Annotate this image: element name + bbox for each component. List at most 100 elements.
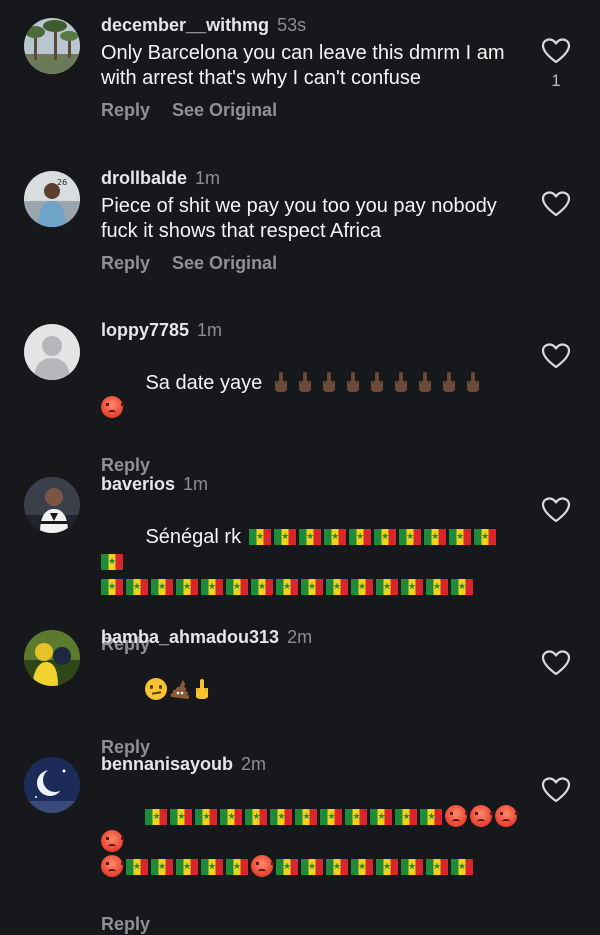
username[interactable]: loppy7785 — [101, 320, 189, 340]
senegal-flag-emoji — [301, 859, 323, 875]
comment-text: Piece of shit we pay you too you pay nob… — [101, 195, 503, 242]
angry-face-emoji — [251, 855, 274, 877]
senegal-flag-emoji — [326, 579, 348, 595]
reply-button[interactable]: Reply — [101, 253, 150, 273]
senegal-flag-emoji — [195, 809, 218, 825]
senegal-flag-emoji — [170, 809, 193, 825]
senegal-flag-emoji — [201, 579, 223, 595]
heart-outline-icon — [540, 649, 572, 677]
timestamp: 1m — [183, 474, 209, 494]
like-button[interactable] — [540, 649, 572, 677]
username[interactable]: baverios — [101, 474, 175, 494]
senegal-flag-emoji — [101, 554, 123, 570]
like-button[interactable] — [540, 496, 572, 524]
senegal-flag-emoji — [145, 809, 168, 825]
senegal-flag-emoji — [220, 809, 243, 825]
middle-finger-emoji — [392, 371, 410, 393]
senegal-flag-emoji — [245, 809, 268, 825]
senegal-flag-emoji — [426, 859, 448, 875]
senegal-flag-emoji — [401, 859, 423, 875]
senegal-flag-emoji — [370, 809, 393, 825]
middle-finger-emoji — [296, 371, 314, 393]
senegal-flag-emoji — [176, 859, 198, 875]
angry-face-emoji — [495, 805, 519, 827]
flag-emoji-row — [101, 576, 476, 598]
username[interactable]: december__withmg — [101, 15, 269, 35]
angry-face-emoji — [101, 830, 124, 852]
svg-text:26: 26 — [57, 178, 67, 187]
middle-finger-emoji — [416, 371, 434, 393]
angry-face-emoji — [101, 396, 124, 418]
senegal-flag-emoji — [151, 579, 173, 595]
like-button[interactable]: 1 — [540, 37, 572, 91]
see-original-button[interactable]: See Original — [172, 100, 277, 120]
comment-text — [101, 653, 521, 728]
senegal-flag-emoji — [451, 859, 473, 875]
senegal-flag-emoji — [301, 579, 323, 595]
senegal-flag-emoji — [151, 859, 173, 875]
senegal-flag-emoji — [126, 579, 148, 595]
middle-finger-emoji — [320, 371, 338, 393]
senegal-flag-emoji — [326, 859, 348, 875]
avatar[interactable] — [24, 757, 80, 813]
like-button[interactable] — [540, 190, 572, 218]
like-button[interactable] — [540, 776, 572, 804]
confused-face-emoji — [145, 678, 168, 700]
timestamp: 1m — [197, 320, 223, 340]
senegal-flag-emoji — [176, 579, 198, 595]
heart-outline-icon — [540, 190, 572, 218]
comment-text: Sénégal rk — [101, 500, 521, 625]
avatar[interactable]: 26 — [24, 171, 80, 227]
middle-finger-emoji — [440, 371, 458, 393]
middle-finger-emoji — [368, 371, 386, 393]
emoji-row — [101, 855, 476, 878]
reply-button[interactable]: Reply — [101, 455, 150, 475]
senegal-flag-emoji — [376, 859, 398, 875]
senegal-flag-emoji — [345, 809, 368, 825]
see-original-button[interactable]: See Original — [172, 253, 277, 273]
reply-button[interactable]: Reply — [101, 914, 150, 934]
senegal-flag-emoji — [324, 529, 347, 545]
timestamp: 1m — [195, 168, 221, 188]
senegal-flag-emoji — [474, 529, 497, 545]
comment-text: Sa date yaye — [101, 346, 521, 446]
emoji-row — [101, 805, 520, 853]
angry-face-emoji — [445, 805, 469, 827]
username[interactable]: bamba_ahmadou313 — [101, 627, 279, 647]
senegal-flag-emoji — [251, 579, 273, 595]
reply-button[interactable]: Reply — [101, 100, 150, 120]
pile-of-poo-emoji — [169, 678, 191, 700]
senegal-flag-emoji — [276, 859, 298, 875]
avatar[interactable] — [24, 477, 80, 533]
senegal-flag-emoji — [395, 809, 418, 825]
like-count: 1 — [551, 71, 561, 90]
middle-finger-emoji — [344, 371, 362, 393]
like-button[interactable] — [540, 342, 572, 370]
senegal-flag-emoji — [249, 529, 272, 545]
middle-finger-emoji — [193, 678, 211, 700]
avatar[interactable] — [24, 324, 80, 380]
comment-text-content: Sa date yaye — [145, 372, 263, 394]
avatar[interactable] — [24, 630, 80, 686]
senegal-flag-emoji — [126, 859, 148, 875]
timestamp: 2m — [241, 754, 267, 774]
senegal-flag-emoji — [374, 529, 397, 545]
middle-finger-emoji — [272, 371, 290, 393]
senegal-flag-emoji — [320, 809, 343, 825]
senegal-flag-emoji — [449, 529, 472, 545]
comment-text-content: Sénégal rk — [145, 526, 242, 548]
username[interactable]: drollbalde — [101, 168, 187, 188]
senegal-flag-emoji — [451, 579, 473, 595]
angry-face-emoji — [101, 855, 124, 877]
senegal-flag-emoji — [270, 809, 293, 825]
senegal-flag-emoji — [226, 859, 248, 875]
senegal-flag-emoji — [201, 859, 223, 875]
avatar[interactable] — [24, 18, 80, 74]
senegal-flag-emoji — [274, 529, 297, 545]
senegal-flag-emoji — [276, 579, 298, 595]
comment-text: Only Barcelona you can leave this dmrm I… — [101, 42, 511, 89]
username[interactable]: bennanisayoub — [101, 754, 233, 774]
timestamp: 2m — [287, 627, 313, 647]
senegal-flag-emoji — [101, 579, 123, 595]
senegal-flag-emoji — [351, 579, 373, 595]
